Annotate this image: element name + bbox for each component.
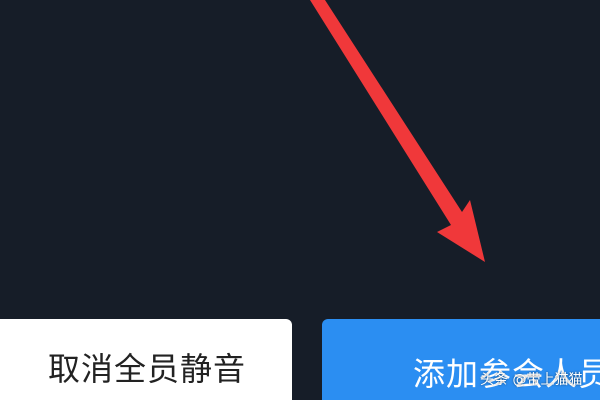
watermark: 头条 @带上猫猫 — [480, 372, 583, 388]
unmute-all-button[interactable]: 取消全员静音 — [0, 319, 292, 400]
unmute-all-label: 取消全员静音 — [47, 350, 246, 388]
meeting-screen: 取消全员静音 添加参会人员 头条 @带上猫猫 — [0, 0, 600, 400]
